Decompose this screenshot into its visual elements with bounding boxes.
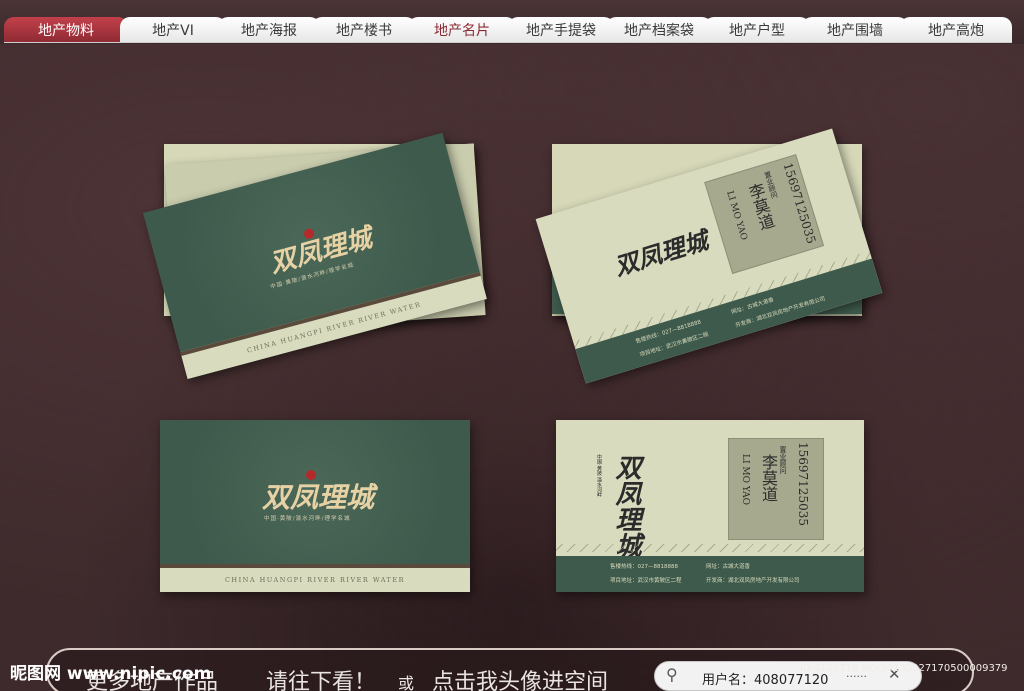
- card-developer-flat: 开发商：湖北双凤房地产开发有限公司: [706, 578, 800, 584]
- card-logo-flat: 双凤理城: [262, 481, 375, 514]
- card-back-logo: 双凤理城: [611, 225, 712, 282]
- front-card-flat: 双凤理城 中国·黄陂/滠水河畔/理学名城 CHINA HUANGPI RIVER…: [160, 420, 470, 592]
- back-card-flat: 中国·黄陂 滠水河畔 双凤理城 15697125035 置业顾问 李莫道 LI …: [556, 420, 864, 592]
- card-back-logo-flat: 双凤理城: [611, 454, 641, 558]
- back-card-stack: 双凤理城 15697125035 置业顾问 李莫道 LI MO YAO 售楼热线…: [535, 100, 890, 384]
- card-footer-text-flat: CHINA HUANGPI RIVER RIVER WATER: [224, 576, 406, 584]
- card-footer-text: CHINA HUANGPI RIVER RIVER WATER: [246, 300, 423, 355]
- tab-bar: 地产物料 地产VI 地产海报 地产楼书 地产名片 地产手提袋 地产档案袋 地产户…: [0, 0, 1024, 44]
- tab-estate-fence[interactable]: 地产围墙: [802, 17, 908, 43]
- bottom-visit-space[interactable]: 点击我头像进空间: [432, 664, 608, 691]
- tab-estate-poster[interactable]: 地产海报: [218, 17, 320, 43]
- bottom-scroll-hint: 请往下看！: [266, 670, 377, 691]
- tab-estate-handbag[interactable]: 地产手提袋: [508, 17, 614, 43]
- tab-estate-materials[interactable]: 地产物料: [4, 17, 128, 43]
- card-name-flat: 李莫道: [759, 454, 778, 502]
- bottom-or: 或: [398, 674, 415, 691]
- card-phone-flat: 15697125035: [796, 442, 810, 526]
- zigzag-divider-flat: [556, 544, 864, 552]
- card-name-en-flat: LI MO YAO: [740, 454, 750, 505]
- front-card-stack: 双凤理城 中国·黄陂/滠水河畔/理学名城 CHINA HUANGPI RIVER…: [143, 130, 490, 380]
- card-hotline-flat: 售楼热线：027—8818888: [610, 564, 678, 570]
- card-website-flat: 网址：古城大道香: [706, 564, 751, 570]
- tab-estate-vi[interactable]: 地产VI: [120, 17, 226, 43]
- tab-estate-brochure[interactable]: 地产楼书: [312, 17, 416, 43]
- tab-estate-floorplan[interactable]: 地产户型: [704, 17, 810, 43]
- image-id: ID:4121716 NO:20130927170500009379: [800, 663, 1008, 674]
- site-logo: 昵图网 www.nipic.com: [10, 664, 212, 684]
- tab-estate-business-card[interactable]: 地产名片: [408, 17, 516, 43]
- tab-estate-file-bag[interactable]: 地产档案袋: [606, 17, 712, 43]
- search-icon[interactable]: ⚲: [666, 665, 678, 684]
- card-slogan-flat: 中国·黄陂/滠水河畔/理学名城: [264, 516, 351, 522]
- card-side-text: 中国·黄陂 滠水河畔: [596, 454, 602, 498]
- tab-estate-billboard[interactable]: 地产高炮: [900, 17, 1012, 43]
- seal-icon-flat: [306, 470, 316, 480]
- card-project-addr-flat: 项目地址：武汉市黄陂区二程: [610, 578, 682, 584]
